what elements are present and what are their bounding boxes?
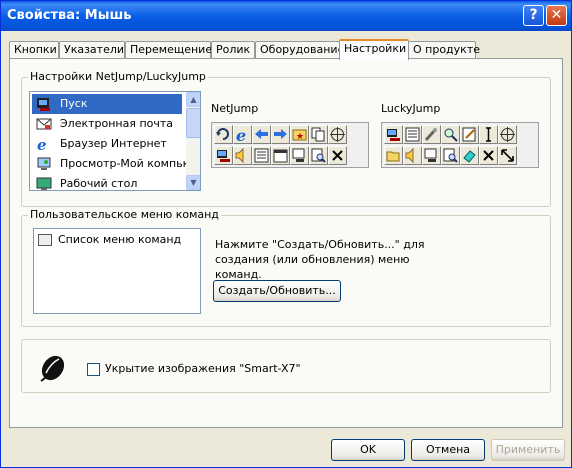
mouse-logo-icon <box>40 355 65 382</box>
listbox-scrollbar[interactable]: ▲ ▼ <box>186 92 200 190</box>
eraser-icon[interactable] <box>460 146 479 165</box>
list-item-label: Электронная почта <box>60 117 174 130</box>
start-icon <box>37 98 50 111</box>
scroll-down-icon[interactable]: ▼ <box>186 175 200 190</box>
copy-icon[interactable] <box>309 125 328 144</box>
magnifier-icon[interactable] <box>441 125 460 144</box>
favorites-folder-icon[interactable]: ★ <box>290 125 309 144</box>
list-item-label: Список меню команд <box>58 233 182 246</box>
monitor-icon[interactable] <box>290 146 309 165</box>
crosshair-icon[interactable] <box>328 125 347 144</box>
resize-arrow-icon[interactable] <box>498 146 517 165</box>
create-menu-hint: Нажмите "Создать/Обновить..." для создан… <box>215 238 425 281</box>
luckyjump-toolbar <box>381 122 539 168</box>
apply-button[interactable]: Применить <box>491 439 565 461</box>
monitor-icon[interactable] <box>422 146 441 165</box>
smart-x7-label[interactable]: Укрытие изображения "Smart-X7" <box>105 362 301 375</box>
netjump-label: NetJump <box>211 102 259 115</box>
list-item-desktop[interactable]: Рабочий стол <box>32 174 182 190</box>
svg-text:e: e <box>236 126 246 143</box>
smart-x7-checkbox[interactable] <box>87 363 100 376</box>
crosshair-icon[interactable] <box>498 125 517 144</box>
help-button[interactable]: ? <box>523 5 544 26</box>
email-icon <box>36 118 52 130</box>
command-menu-group-title: Пользовательское меню команд <box>28 208 221 221</box>
browser-icon: e <box>37 136 47 152</box>
title-bar[interactable]: Свойства: Мышь ? ✕ <box>1 1 571 31</box>
scroll-thumb[interactable] <box>186 108 200 138</box>
close-x-icon[interactable] <box>479 146 498 165</box>
desktop-icon <box>36 177 52 190</box>
luckyjump-label: LuckyJump <box>381 102 441 115</box>
text-cursor-icon[interactable] <box>479 125 498 144</box>
netjump-group-title: Настройки NetJump/LuckyJump <box>28 70 208 83</box>
tools-icon[interactable] <box>422 125 441 144</box>
volume-icon[interactable] <box>403 146 422 165</box>
list-item-email[interactable]: Электронная почта <box>32 114 182 134</box>
list-item-label: Просмотр-Мой компьк <box>60 157 190 170</box>
list-item-browser[interactable]: e Браузер Интернет <box>32 134 182 154</box>
tab-hardware[interactable]: Оборудование <box>255 41 344 59</box>
list-item-my-computer[interactable]: Просмотр-Мой компьк <box>32 154 189 174</box>
scroll-up-icon[interactable]: ▲ <box>186 92 200 107</box>
netjump-toolbar: e ★ <box>211 122 369 168</box>
volume-icon[interactable] <box>233 146 252 165</box>
mouse-properties-window: Свойства: Мышь ? ✕ Кнопки Указатели Пере… <box>0 0 572 468</box>
create-update-button[interactable]: Создать/Обновить... <box>213 280 341 302</box>
tab-buttons[interactable]: Кнопки <box>9 41 59 59</box>
action-listbox[interactable]: Пуск Электронная почта e Браузер Интерне… <box>29 91 201 191</box>
list-item-label: Пуск <box>60 97 88 110</box>
ie-icon[interactable]: e <box>233 125 252 144</box>
tab-about[interactable]: О продукте <box>408 41 480 59</box>
calendar-icon[interactable] <box>271 146 290 165</box>
list-item-label: Рабочий стол <box>60 177 138 190</box>
list-item-start[interactable]: Пуск <box>32 94 182 114</box>
list-icon <box>38 234 52 246</box>
edit-icon[interactable] <box>460 125 479 144</box>
svg-text:★: ★ <box>296 132 304 142</box>
start-menu-icon[interactable] <box>214 146 233 165</box>
search-icon[interactable] <box>441 146 460 165</box>
ok-button[interactable]: OK <box>331 439 405 461</box>
document-list-icon[interactable] <box>252 146 271 165</box>
tab-motion[interactable]: Перемещение <box>125 41 212 59</box>
document-list-icon[interactable] <box>403 125 422 144</box>
tab-settings[interactable]: Настройки <box>339 39 409 60</box>
command-menu-list[interactable]: Список меню команд <box>33 228 201 314</box>
window-title: Свойства: Мышь <box>7 8 132 23</box>
start-menu-icon[interactable] <box>384 125 403 144</box>
search-icon[interactable] <box>309 146 328 165</box>
list-item-command-menu[interactable]: Список меню команд <box>38 233 181 246</box>
my-computer-icon <box>37 157 51 170</box>
open-folder-icon[interactable] <box>384 146 403 165</box>
cancel-button[interactable]: Отмена <box>411 439 485 461</box>
tab-pointers[interactable]: Указатели <box>59 41 125 59</box>
tab-wheel[interactable]: Ролик <box>211 41 255 59</box>
refresh-icon[interactable] <box>214 125 233 144</box>
close-x-icon[interactable] <box>328 146 347 165</box>
close-button[interactable]: ✕ <box>546 5 567 26</box>
svg-text:e: e <box>37 136 47 152</box>
list-item-label: Браузер Интернет <box>60 137 167 150</box>
back-arrow-icon[interactable] <box>252 125 271 144</box>
forward-arrow-icon[interactable] <box>271 125 290 144</box>
